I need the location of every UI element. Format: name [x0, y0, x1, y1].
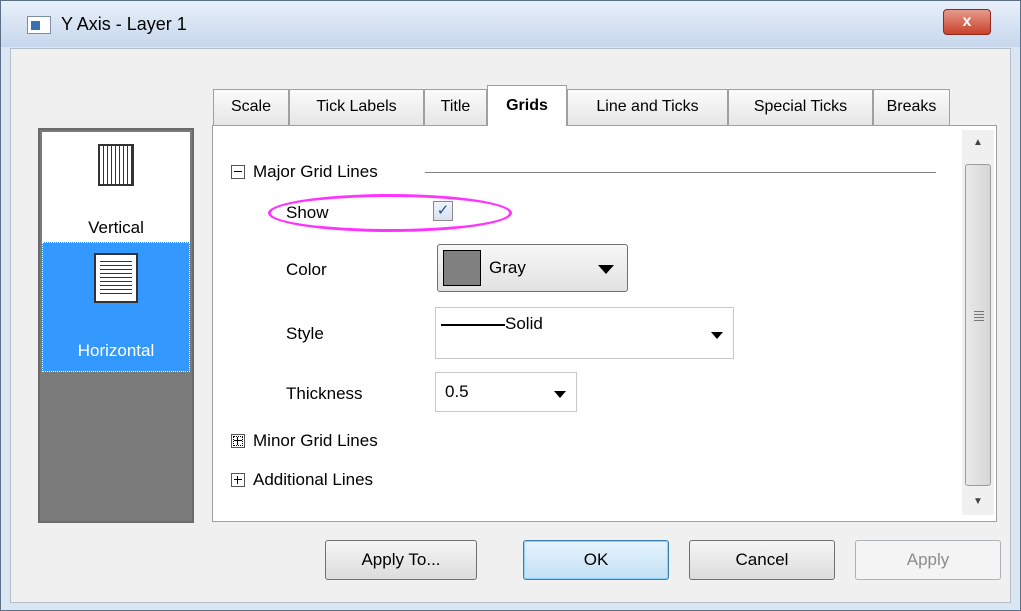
- title-bar: Y Axis - Layer 1 x: [1, 1, 1020, 47]
- dropdown-arrow-icon: [554, 391, 566, 398]
- style-label: Style: [286, 324, 324, 343]
- section-title: Major Grid Lines: [253, 162, 378, 181]
- style-value: Solid: [505, 314, 543, 333]
- line-style-sample: [441, 324, 505, 326]
- list-item-vertical[interactable]: Vertical: [42, 132, 190, 242]
- window-title: Y Axis - Layer 1: [61, 14, 187, 34]
- horizontal-grid-icon: [94, 253, 138, 303]
- section-divider: [425, 172, 936, 173]
- section-title: Minor Grid Lines: [253, 431, 378, 450]
- dropdown-arrow-icon: [598, 265, 614, 274]
- additional-lines-header[interactable]: Additional Lines: [231, 470, 373, 490]
- vertical-scrollbar[interactable]: ▲ ▼: [962, 130, 994, 515]
- thickness-dropdown[interactable]: 0.5: [435, 372, 577, 412]
- tab-scale[interactable]: Scale: [213, 89, 289, 125]
- cancel-button[interactable]: Cancel: [689, 540, 835, 580]
- style-dropdown[interactable]: Solid: [435, 307, 734, 359]
- major-grid-lines-header[interactable]: Major Grid Lines: [231, 162, 378, 182]
- color-swatch: [443, 250, 481, 286]
- list-item-horizontal[interactable]: Horizontal: [42, 242, 190, 372]
- tab-special-ticks[interactable]: Special Ticks: [728, 89, 873, 125]
- tab-breaks[interactable]: Breaks: [873, 89, 950, 125]
- ok-button[interactable]: OK: [523, 540, 669, 580]
- tab-title[interactable]: Title: [424, 89, 487, 125]
- tab-line-and-ticks[interactable]: Line and Ticks: [567, 89, 728, 125]
- minor-grid-lines-header[interactable]: Minor Grid Lines: [231, 431, 378, 451]
- expand-icon[interactable]: [231, 434, 245, 448]
- collapse-icon[interactable]: [231, 165, 245, 179]
- tab-grids[interactable]: Grids: [487, 85, 567, 126]
- color-label: Color: [286, 260, 327, 279]
- scroll-thumb[interactable]: [965, 164, 991, 486]
- list-item-label: Horizontal: [77, 341, 155, 360]
- expand-icon[interactable]: [231, 473, 245, 487]
- list-item-label: Vertical: [88, 218, 144, 237]
- axis-direction-list: Vertical Horizontal: [38, 128, 194, 523]
- thickness-value: 0.5: [445, 382, 469, 401]
- tab-tick-labels[interactable]: Tick Labels: [289, 89, 424, 125]
- apply-to-button[interactable]: Apply To...: [325, 540, 477, 580]
- grip-icon: [974, 311, 984, 321]
- apply-button[interactable]: Apply: [855, 540, 1001, 580]
- close-button[interactable]: x: [943, 9, 991, 35]
- scroll-down-arrow-icon[interactable]: ▼: [962, 489, 994, 515]
- scroll-up-arrow-icon[interactable]: ▲: [962, 130, 994, 156]
- highlight-annotation: [268, 194, 512, 232]
- app-window-icon: [27, 16, 51, 34]
- section-title: Additional Lines: [253, 470, 374, 489]
- color-value: Gray: [489, 258, 526, 277]
- color-dropdown[interactable]: Gray: [437, 244, 628, 292]
- thickness-label: Thickness: [286, 384, 363, 403]
- vertical-grid-icon: [98, 144, 134, 186]
- dropdown-arrow-icon: [711, 332, 723, 339]
